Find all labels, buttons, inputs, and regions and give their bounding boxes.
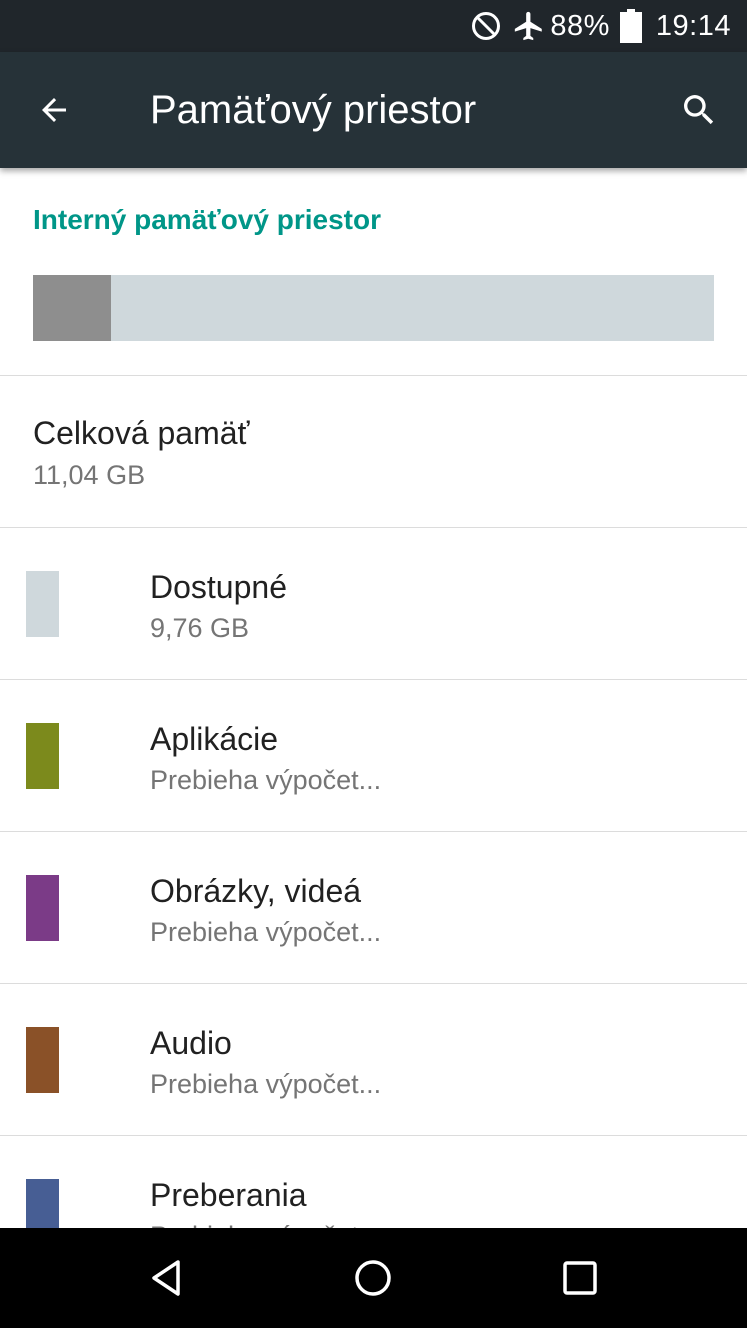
airplane-mode-icon <box>512 9 546 43</box>
category-label: Audio <box>150 1025 232 1061</box>
page-title: Pamäťový priestor <box>150 88 477 132</box>
category-row-audio[interactable]: Audio Prebieha výpočet... <box>0 984 747 1136</box>
storage-usage-bar <box>33 275 714 341</box>
category-label: Dostupné <box>150 569 287 605</box>
category-value: Prebieha výpočet... <box>150 1069 382 1099</box>
category-label: Obrázky, videá <box>150 873 362 909</box>
search-icon <box>684 95 714 125</box>
category-color-swatch <box>26 1179 59 1228</box>
category-row-available[interactable]: Dostupné 9,76 GB <box>0 528 747 680</box>
battery-percent: 88% <box>550 9 610 42</box>
divider <box>0 375 747 376</box>
back-button[interactable] <box>24 80 84 140</box>
navigation-bar <box>0 1228 747 1328</box>
nav-home-button[interactable] <box>343 1248 403 1308</box>
category-row-images-videos[interactable]: Obrázky, videá Prebieha výpočet... <box>0 832 747 984</box>
section-header: Interný pamäťový priestor <box>33 204 381 235</box>
home-circle-icon <box>355 1260 391 1296</box>
category-color-swatch <box>26 1027 59 1093</box>
storage-used-fill <box>33 275 112 341</box>
total-storage-item: Celková pamäť 11,04 GB <box>33 411 250 495</box>
do-not-disturb-icon <box>470 10 502 42</box>
category-label: Aplikácie <box>150 721 279 757</box>
category-row-apps[interactable]: Aplikácie Prebieha výpočet... <box>0 680 747 832</box>
category-color-swatch <box>26 723 59 789</box>
status-bar: 88% 19:14 <box>0 0 747 52</box>
back-triangle-icon <box>152 1260 180 1296</box>
nav-recents-button[interactable] <box>550 1248 610 1308</box>
category-color-swatch <box>26 571 59 637</box>
search-button[interactable] <box>669 80 729 140</box>
category-value: Prebieha výpočet... <box>150 917 382 947</box>
total-storage-value: 11,04 GB <box>33 460 146 490</box>
category-value: 9,76 GB <box>150 613 250 643</box>
app-bar: Pamäťový priestor <box>0 52 747 168</box>
status-time: 19:14 <box>655 9 731 42</box>
category-value: Prebieha výpočet... <box>150 1216 381 1228</box>
back-arrow-icon <box>42 98 66 122</box>
category-value: Prebieha výpočet... <box>150 765 382 795</box>
category-label: Preberania <box>150 1177 307 1213</box>
total-storage-label: Celková pamäť <box>33 415 250 451</box>
category-row-downloads[interactable]: Preberania Prebieha výpočet... <box>0 1136 747 1228</box>
nav-back-button[interactable] <box>136 1248 196 1308</box>
battery-icon <box>619 9 642 43</box>
category-color-swatch <box>26 875 59 941</box>
recents-square-icon <box>563 1261 597 1295</box>
storage-content: Interný pamäťový priestor Celková pamäť … <box>0 168 747 1228</box>
